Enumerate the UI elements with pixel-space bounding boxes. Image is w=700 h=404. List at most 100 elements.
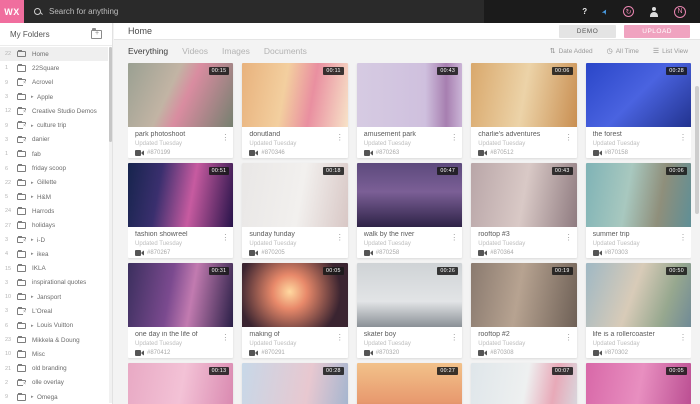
- expand-arrow-icon[interactable]: ▸: [31, 194, 36, 200]
- card-menu-button[interactable]: ⋮: [221, 234, 229, 242]
- sidebar-folder-item[interactable]: 3 × ▸ Apple: [0, 90, 108, 104]
- sidebar-folder-item[interactable]: 3 × inspirational quotes: [0, 276, 108, 290]
- media-card[interactable]: 00:26 skater boy Updated Tuesday #870320…: [356, 263, 463, 358]
- video-thumbnail[interactable]: 00:06: [471, 63, 577, 127]
- tab-videos[interactable]: Videos: [182, 46, 208, 56]
- new-folder-icon[interactable]: [91, 28, 102, 39]
- sidebar-folder-item[interactable]: 10 × ▸ Jansport: [0, 290, 108, 304]
- expand-arrow-icon[interactable]: ▸: [31, 394, 36, 400]
- video-thumbnail[interactable]: 00:50: [585, 263, 691, 327]
- expand-arrow-icon[interactable]: ▸: [31, 251, 36, 257]
- sidebar-folder-item[interactable]: 3 × L'Oreal: [0, 304, 108, 318]
- card-menu-button[interactable]: ⋮: [450, 334, 458, 342]
- history-icon[interactable]: ↻: [623, 6, 634, 17]
- video-thumbnail[interactable]: 00:28: [585, 63, 691, 127]
- media-card[interactable]: 00:05 ⋮: [585, 363, 691, 404]
- media-card[interactable]: 00:50 life is a rollercoaster Updated Tu…: [585, 263, 691, 358]
- media-card[interactable]: 00:15 park photoshoot Updated Tuesday #8…: [128, 63, 234, 158]
- video-thumbnail[interactable]: 00:18: [242, 163, 348, 227]
- video-thumbnail[interactable]: 00:47: [356, 163, 463, 227]
- sidebar-folder-item[interactable]: 5 × ▸ H&M: [0, 190, 108, 204]
- card-menu-button[interactable]: ⋮: [450, 234, 458, 242]
- video-thumbnail[interactable]: 00:13: [128, 363, 234, 404]
- media-card[interactable]: 00:18 sunday funday Updated Tuesday #870…: [242, 163, 348, 258]
- sidebar-folder-item[interactable]: 9 × Acrovel: [0, 76, 108, 90]
- expand-arrow-icon[interactable]: ▸: [31, 294, 36, 300]
- media-card[interactable]: 00:28 the forest Updated Tuesday #870158…: [585, 63, 691, 158]
- card-menu-button[interactable]: ⋮: [221, 134, 229, 142]
- sidebar-folder-item[interactable]: 6 × friday scoop: [0, 161, 108, 175]
- sidebar-folder-item[interactable]: 9 × ▸ Omega: [0, 390, 108, 404]
- media-card[interactable]: 00:05 making of Updated Tuesday #870291 …: [242, 263, 348, 358]
- video-thumbnail[interactable]: 00:43: [356, 63, 463, 127]
- sidebar-folder-item[interactable]: 21 × old branding: [0, 362, 108, 376]
- help-icon[interactable]: ?: [582, 7, 587, 16]
- sidebar-folder-item[interactable]: 15 × IKLA: [0, 261, 108, 275]
- sidebar-folder-item[interactable]: 3 × danier: [0, 133, 108, 147]
- video-thumbnail[interactable]: 00:19: [471, 263, 577, 327]
- tab-documents[interactable]: Documents: [264, 46, 307, 56]
- media-card[interactable]: 00:47 walk by the river Updated Tuesday …: [356, 163, 463, 258]
- demo-button[interactable]: DEMO: [558, 24, 617, 38]
- sidebar-folder-item[interactable]: 12 × Creative Studio Demos: [0, 104, 108, 118]
- video-thumbnail[interactable]: 00:05: [242, 263, 348, 327]
- card-menu-button[interactable]: ⋮: [679, 234, 687, 242]
- video-thumbnail[interactable]: 00:06: [585, 163, 691, 227]
- sidebar-folder-item[interactable]: 9 × ▸ culture trip: [0, 118, 108, 132]
- sidebar-folder-item[interactable]: 3 × ▸ i-D: [0, 233, 108, 247]
- card-menu-button[interactable]: ⋮: [679, 134, 687, 142]
- media-card[interactable]: 00:13 ⋮: [128, 363, 234, 404]
- media-card[interactable]: 00:31 one day in the life of Updated Tue…: [128, 263, 234, 358]
- expand-arrow-icon[interactable]: ▸: [31, 94, 36, 100]
- video-thumbnail[interactable]: 00:15: [128, 63, 234, 127]
- expand-arrow-icon[interactable]: ▸: [31, 180, 36, 186]
- sidebar-folder-item[interactable]: 4 × ▸ ikea: [0, 247, 108, 261]
- video-thumbnail[interactable]: 00:27: [356, 363, 463, 404]
- search-bar[interactable]: [24, 0, 484, 23]
- video-thumbnail[interactable]: 00:26: [356, 263, 463, 327]
- main-scrollbar[interactable]: [694, 86, 699, 214]
- sidebar-folder-item[interactable]: 1 × 22Square: [0, 61, 108, 75]
- media-card[interactable]: 00:06 charlie's adventures Updated Tuesd…: [471, 63, 577, 158]
- expand-arrow-icon[interactable]: ▸: [31, 323, 36, 329]
- media-card[interactable]: 00:06 summer trip Updated Tuesday #87030…: [585, 163, 691, 258]
- expand-arrow-icon[interactable]: ▸: [31, 123, 36, 129]
- card-menu-button[interactable]: ⋮: [679, 334, 687, 342]
- sidebar-scroll-thumb[interactable]: [108, 47, 112, 142]
- card-menu-button[interactable]: ⋮: [565, 234, 573, 242]
- media-card[interactable]: 00:43 rooftop #3 Updated Tuesday #870364…: [471, 163, 577, 258]
- tab-images[interactable]: Images: [222, 46, 250, 56]
- search-input[interactable]: [49, 7, 349, 16]
- view-toggle[interactable]: ☰ List View: [653, 47, 688, 56]
- video-thumbnail[interactable]: 00:43: [471, 163, 577, 227]
- video-thumbnail[interactable]: 00:07: [471, 363, 577, 404]
- sidebar-folder-item[interactable]: 22 × ▸ Gillette: [0, 176, 108, 190]
- video-thumbnail[interactable]: 00:05: [585, 363, 691, 404]
- card-menu-button[interactable]: ⋮: [221, 334, 229, 342]
- media-card[interactable]: 00:43 amusement park Updated Tuesday #87…: [356, 63, 463, 158]
- expand-arrow-icon[interactable]: ▸: [31, 237, 36, 243]
- sidebar-folder-item[interactable]: 23 × Mikkela & Doung: [0, 333, 108, 347]
- sidebar-scrollbar[interactable]: [108, 47, 112, 403]
- media-card[interactable]: 00:28 ⋮: [242, 363, 348, 404]
- sidebar-folder-item[interactable]: 1 × fab: [0, 147, 108, 161]
- cursor-pointer-icon[interactable]: ➤: [600, 7, 610, 16]
- user-icon[interactable]: [649, 6, 659, 17]
- sidebar-folder-item[interactable]: 2 × olle overlay: [0, 376, 108, 390]
- tab-everything[interactable]: Everything: [128, 46, 168, 56]
- card-menu-button[interactable]: ⋮: [565, 134, 573, 142]
- media-card[interactable]: 00:11 donutland Updated Tuesday #870346 …: [242, 63, 348, 158]
- media-card[interactable]: 00:51 fashion showreel Updated Tuesday #…: [128, 163, 234, 258]
- media-card[interactable]: 00:27 ⋮: [356, 363, 463, 404]
- card-menu-button[interactable]: ⋮: [450, 134, 458, 142]
- card-menu-button[interactable]: ⋮: [565, 334, 573, 342]
- card-menu-button[interactable]: ⋮: [336, 134, 344, 142]
- sidebar-folder-item[interactable]: 24 × Harrods: [0, 204, 108, 218]
- upload-button[interactable]: UPLOAD: [624, 24, 690, 38]
- media-card[interactable]: 00:19 rooftop #2 Updated Tuesday #870308…: [471, 263, 577, 358]
- video-thumbnail[interactable]: 00:28: [242, 363, 348, 404]
- media-card[interactable]: 00:07 ⋮: [471, 363, 577, 404]
- video-thumbnail[interactable]: 00:51: [128, 163, 234, 227]
- sidebar-folder-item[interactable]: 10 × Misc: [0, 347, 108, 361]
- card-menu-button[interactable]: ⋮: [336, 334, 344, 342]
